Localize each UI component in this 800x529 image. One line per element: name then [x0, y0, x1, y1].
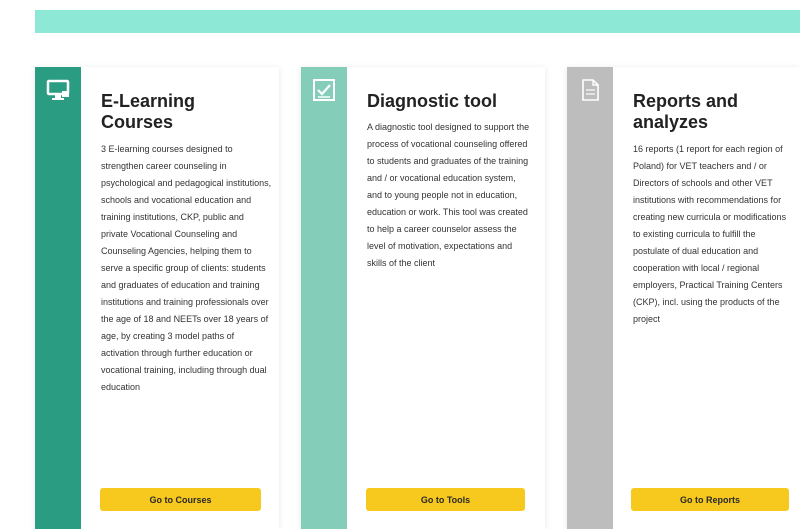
card-elearning-courses: E-Learning Courses 3 E-learning courses … — [35, 67, 279, 529]
card-title: Diagnostic tool — [367, 91, 497, 111]
card-diagnostic-tool: Diagnostic tool A diagnostic tool design… — [301, 67, 545, 529]
card-accent-strip — [301, 67, 347, 529]
go-to-reports-button[interactable]: Go to Reports — [631, 488, 789, 511]
monitor-icon — [45, 77, 71, 103]
checklist-icon — [311, 77, 337, 103]
go-to-courses-button[interactable]: Go to Courses — [100, 488, 261, 511]
card-description: 16 reports (1 report for each region of … — [633, 144, 787, 324]
top-banner — [35, 10, 800, 33]
document-icon — [577, 77, 603, 103]
card-reports-analyzes: Reports and analyzes 16 reports (1 repor… — [567, 67, 800, 529]
card-accent-strip — [567, 67, 613, 529]
card-accent-strip — [35, 67, 81, 529]
card-title: E-Learning Courses — [101, 91, 196, 132]
card-title: Reports and analyzes — [633, 91, 739, 132]
go-to-tools-button[interactable]: Go to Tools — [366, 488, 525, 511]
card-description: A diagnostic tool designed to support th… — [367, 122, 530, 268]
card-description: 3 E-learning courses designed to strengt… — [101, 144, 272, 392]
